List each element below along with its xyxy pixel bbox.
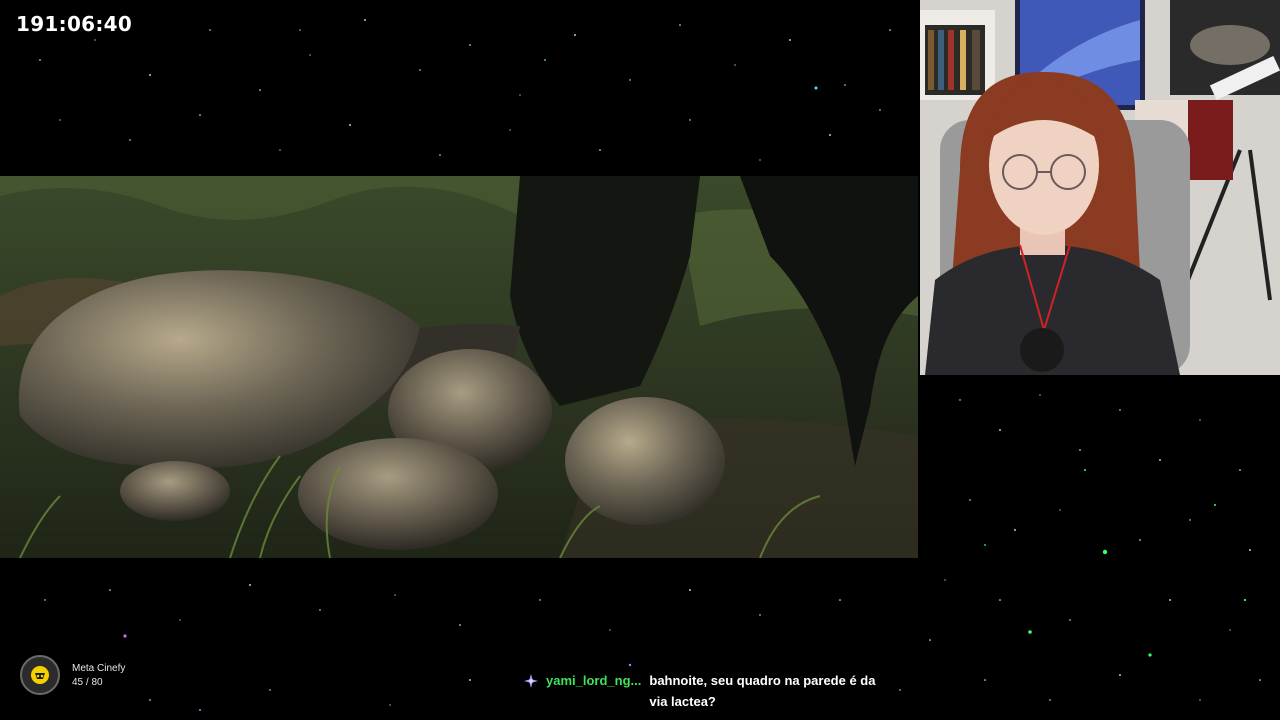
goal-title: Meta Cinefy (72, 662, 126, 674)
sparkle-badge-icon (524, 674, 538, 688)
stream-overlay: 191:06:40 Meta Cinefy 45 / 80 yami_lord_… (0, 0, 1280, 720)
webcam-feed (920, 0, 1280, 375)
chat-message-text: bahnoite, seu quadro na parede é da via … (649, 673, 876, 709)
video-frame (0, 176, 918, 558)
chat-message: yami_lord_ng... bahnoite, seu quadro na … (524, 672, 894, 712)
goal-widget: Meta Cinefy 45 / 80 (20, 655, 125, 695)
chat-username[interactable]: yami_lord_ng... (546, 673, 641, 688)
webcam-frame (920, 0, 1280, 375)
goal-count: 45 / 80 (72, 676, 103, 688)
stream-timer: 191:06:40 (16, 12, 133, 36)
goal-progress-ring (20, 655, 60, 695)
cinefy-logo-icon (31, 666, 49, 684)
video-player[interactable] (0, 176, 918, 558)
